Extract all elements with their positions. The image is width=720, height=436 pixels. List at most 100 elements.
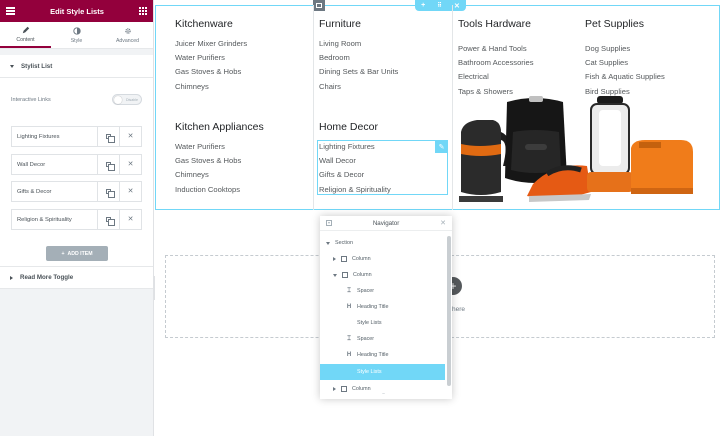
tab-advanced[interactable]: Advanced [102, 22, 153, 48]
panel-title: Edit Style Lists [50, 6, 104, 16]
navigator-row-label: Spacer [357, 288, 375, 294]
list-item[interactable]: Cat Supplies [585, 56, 665, 70]
repeater-item-label: Religion & Spirituality [17, 216, 72, 223]
tools-hardware-list: Power & Hand Tools Bathroom Accessories … [458, 42, 534, 99]
column-handle[interactable] [313, 0, 325, 11]
stylist-list-section-label: Stylist List [21, 62, 53, 70]
caret-down-icon [333, 273, 337, 277]
navigator-row-label: Column [353, 272, 372, 278]
interactive-links-switch[interactable]: Disable [112, 94, 142, 105]
list-item[interactable]: Gas Stoves & Hobs [175, 154, 241, 168]
tools-hardware-heading: Tools Hardware [458, 18, 531, 30]
read-more-toggle-label: Read More Toggle [20, 274, 74, 281]
widgets-grid-icon[interactable] [138, 7, 147, 15]
kitchen-appliances-heading: Kitchen Appliances [175, 121, 264, 133]
pet-supplies-heading: Pet Supplies [585, 18, 644, 30]
list-item[interactable]: Dining Sets & Bar Units [319, 65, 398, 79]
remove-button[interactable]: ✕ [119, 210, 141, 229]
pencil-icon [22, 26, 29, 33]
navigator-header[interactable]: Navigator ✕ [320, 216, 452, 231]
list-item[interactable]: Power & Hand Tools [458, 42, 534, 56]
list-item[interactable]: Dog Supplies [585, 42, 665, 56]
list-item[interactable]: Chimneys [175, 168, 241, 182]
collapse-all-icon[interactable] [326, 220, 332, 226]
column-icon [342, 272, 348, 278]
duplicate-button[interactable] [97, 210, 119, 229]
column-icon [341, 256, 347, 262]
remove-button[interactable]: ✕ [119, 127, 141, 146]
navigator-row-column[interactable]: Column [320, 251, 445, 267]
repeater-item[interactable]: Gifts & Decor ✕ [11, 181, 142, 202]
navigator-row-label: Style Lists [357, 320, 382, 326]
navigator-row-column[interactable]: Column [320, 267, 445, 283]
pet-supplies-list: Dog Supplies Cat Supplies Fish & Aquatic… [585, 42, 665, 99]
list-item[interactable]: Bedroom [319, 51, 398, 65]
list-item[interactable]: Induction Cooktops [175, 183, 241, 197]
remove-button[interactable]: ✕ [119, 182, 141, 201]
navigator-row-section[interactable]: Section [320, 235, 445, 251]
list-item[interactable]: Wall Decor [319, 154, 391, 168]
kitchen-appliances-list: Water Purifiers Gas Stoves & Hobs Chimne… [175, 140, 241, 197]
drop-zone-text: here [452, 306, 466, 313]
remove-button[interactable]: ✕ [119, 155, 141, 174]
list-item[interactable]: Chimneys [175, 80, 247, 94]
list-item[interactable]: Electrical [458, 70, 534, 84]
navigator-row-heading[interactable]: H Heading Title [320, 299, 445, 315]
navigator-row-style-lists[interactable]: Style Lists [320, 315, 445, 331]
tab-style[interactable]: Style [51, 22, 102, 48]
spacer-icon: ⌶ [347, 335, 351, 342]
home-decor-list: Lighting Fixtures Wall Decor Gifts & Dec… [319, 140, 391, 197]
copy-icon [106, 217, 115, 226]
duplicate-button[interactable] [97, 182, 119, 201]
stylist-list-section-body: Interactive Links Disable Lighting Fixtu… [0, 78, 153, 283]
list-item[interactable]: Fish & Aquatic Supplies [585, 70, 665, 84]
navigator-row-spacer[interactable]: ⌶ Spacer [320, 331, 445, 347]
stylist-list-section-toggle[interactable]: Stylist List [0, 55, 153, 78]
list-item[interactable]: Bathroom Accessories [458, 56, 534, 70]
close-icon: ✕ [127, 161, 134, 168]
close-icon: ✕ [127, 216, 134, 223]
resize-handle-icon[interactable]: ··· [382, 391, 385, 397]
repeater-item-label: Lighting Fixtures [17, 133, 60, 140]
add-section-icon[interactable]: + [421, 2, 425, 9]
close-icon[interactable]: ✕ [440, 219, 446, 227]
list-icon [346, 320, 352, 326]
read-more-toggle-section[interactable]: Read More Toggle [0, 266, 153, 289]
list-item[interactable]: Gifts & Decor [319, 168, 391, 182]
list-icon [346, 369, 352, 375]
repeater-item[interactable]: Wall Decor ✕ [11, 154, 142, 175]
kitchenware-list: Juicer Mixer Grinders Water Purifiers Ga… [175, 37, 247, 94]
list-item[interactable]: Water Purifiers [175, 51, 247, 65]
interactive-links-row: Interactive Links Disable [11, 94, 142, 105]
list-item[interactable]: Gas Stoves & Hobs [175, 65, 247, 79]
delete-section-icon[interactable]: ✕ [454, 2, 460, 10]
duplicate-button[interactable] [97, 155, 119, 174]
column-divider [313, 5, 314, 210]
list-item[interactable]: Living Room [319, 37, 398, 51]
copy-icon [106, 162, 115, 171]
home-decor-heading: Home Decor [319, 121, 378, 133]
tab-content[interactable]: Content [0, 22, 51, 48]
list-item[interactable]: Water Purifiers [175, 140, 241, 154]
add-item-button[interactable]: + ADD ITEM [46, 246, 108, 261]
menu-icon[interactable] [6, 7, 15, 15]
list-item[interactable]: Juicer Mixer Grinders [175, 37, 247, 51]
repeater-item[interactable]: Religion & Spirituality ✕ [11, 209, 142, 230]
navigator-row-style-lists-selected[interactable]: Style Lists [320, 364, 445, 380]
list-item[interactable]: Lighting Fixtures [319, 140, 391, 154]
navigator-panel: Navigator ✕ Section Column Column ⌶ Spac… [320, 216, 452, 399]
drag-handle-icon[interactable]: ⠿ [437, 2, 441, 9]
switch-knob [114, 96, 122, 104]
caret-right-icon [333, 387, 336, 391]
plus-icon: + [61, 250, 65, 257]
duplicate-button[interactable] [97, 127, 119, 146]
navigator-row-spacer[interactable]: ⌶ Spacer [320, 283, 445, 299]
close-icon: ✕ [127, 133, 134, 140]
heading-icon: H [346, 304, 352, 310]
repeater-item[interactable]: Lighting Fixtures ✕ [11, 126, 142, 147]
list-item[interactable]: Chairs [319, 80, 398, 94]
navigator-row-heading[interactable]: H Heading Title [320, 347, 445, 363]
edit-widget-button[interactable]: ✎ [435, 140, 448, 153]
navigator-scrollbar[interactable] [447, 236, 451, 386]
list-item[interactable]: Religion & Spirituality [319, 183, 391, 197]
